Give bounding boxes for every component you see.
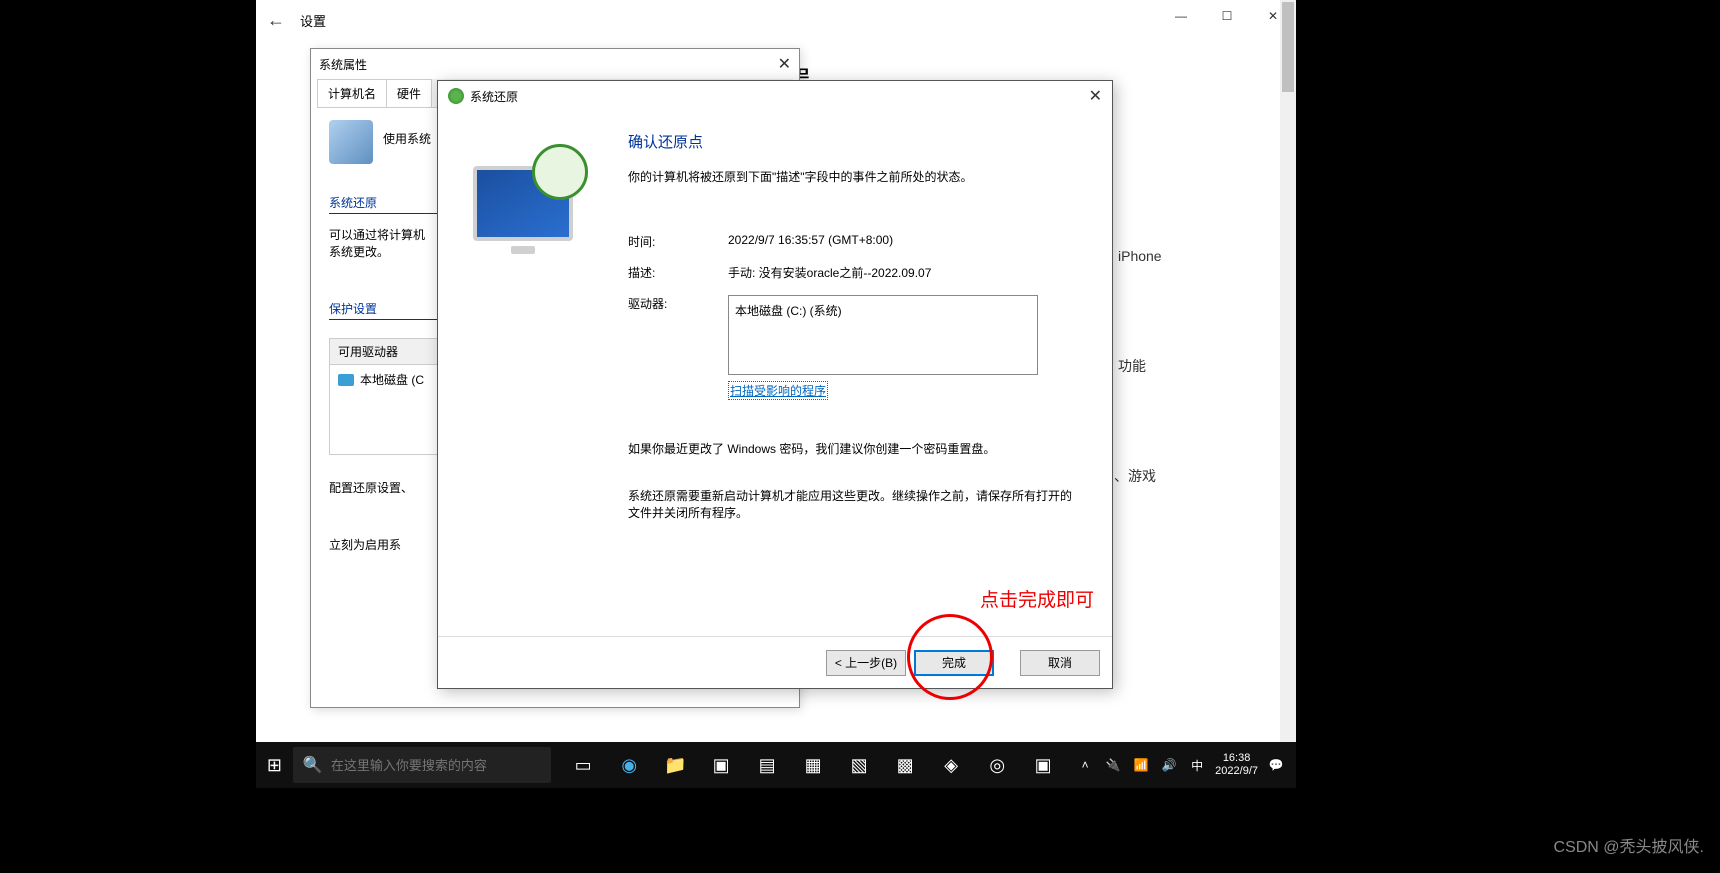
close-icon[interactable]: ✕: [1089, 86, 1102, 106]
ghost-func: 功能: [1118, 356, 1146, 376]
chevron-up-icon[interactable]: ˄: [1075, 755, 1095, 775]
ghost-iphone: iPhone: [1118, 248, 1162, 264]
scan-affected-link[interactable]: 扫描受影响的程序: [728, 381, 828, 400]
disk-icon: [338, 374, 354, 386]
app-icon-3[interactable]: ▦: [791, 742, 835, 788]
app-icon-2[interactable]: ▤: [745, 742, 789, 788]
taskbar-time: 16:38: [1215, 752, 1258, 765]
restore-title: 系统还原: [470, 88, 518, 105]
note-restart: 系统还原需要重新启动计算机才能应用这些更改。继续操作之前，请保存所有打开的文件并…: [628, 487, 1082, 521]
settings-header: ← 设置 — ☐ ✕: [256, 0, 1296, 40]
back-button[interactable]: < 上一步(B): [826, 650, 906, 676]
desc-label: 描述:: [628, 264, 728, 281]
finish-button[interactable]: 完成: [914, 650, 994, 676]
search-icon: 🔍: [303, 755, 323, 775]
drives-value: 本地磁盘 (C:) (系统): [735, 304, 842, 318]
taskbar-search[interactable]: 🔍: [293, 747, 551, 783]
watermark: CSDN @秃头披风侠.: [1554, 833, 1704, 857]
start-button[interactable]: ⊞: [256, 742, 293, 788]
explorer-icon[interactable]: 📁: [653, 742, 697, 788]
back-button[interactable]: ←: [256, 0, 296, 40]
tab-computer-name[interactable]: 计算机名: [317, 79, 387, 107]
drives-list: 本地磁盘 (C:) (系统): [728, 295, 1038, 375]
app-icon-8[interactable]: ▣: [1021, 742, 1065, 788]
restore-hero-icon: [463, 136, 593, 256]
taskbar-clock[interactable]: 16:38 2022/9/7: [1215, 752, 1258, 778]
ghost-game: 、游戏: [1114, 466, 1156, 486]
time-value: 2022/9/7 16:35:57 (GMT+8:00): [728, 233, 893, 250]
ime-indicator[interactable]: 中: [1187, 755, 1207, 775]
app-icon-4[interactable]: ▧: [837, 742, 881, 788]
search-input[interactable]: [331, 758, 541, 773]
annotation-text: 点击完成即可: [980, 585, 1094, 612]
app-icon-1[interactable]: ▣: [699, 742, 743, 788]
restore-app-icon: [448, 88, 464, 104]
taskbar: ⊞ 🔍 ▭ ◉ 📁 ▣ ▤ ▦ ▧ ▩ ◈ ◎ ▣ ˄ 🔌 📶 🔊 中 16:3…: [256, 742, 1296, 788]
close-icon[interactable]: ✕: [778, 54, 791, 74]
time-label: 时间:: [628, 233, 728, 250]
scrollbar[interactable]: [1280, 0, 1296, 742]
sysprop-title: 系统属性: [319, 56, 367, 73]
note-password: 如果你最近更改了 Windows 密码，我们建议你创建一个密码重置盘。: [628, 440, 1082, 457]
sysprop-icon: [329, 120, 373, 164]
volume-icon[interactable]: 🔊: [1159, 755, 1179, 775]
restore-heading: 确认还原点: [628, 131, 1082, 152]
minimize-button[interactable]: —: [1158, 0, 1204, 32]
drive-label: 本地磁盘 (C: [360, 371, 424, 388]
app-icon-5[interactable]: ▩: [883, 742, 927, 788]
drives-label: 驱动器:: [628, 295, 728, 312]
app-icon-7[interactable]: ◎: [975, 742, 1019, 788]
notifications-icon[interactable]: 💬: [1266, 755, 1286, 775]
wifi-icon[interactable]: 📶: [1131, 755, 1151, 775]
taskbar-date: 2022/9/7: [1215, 765, 1258, 778]
edge-icon[interactable]: ◉: [607, 742, 651, 788]
maximize-button[interactable]: ☐: [1204, 0, 1250, 32]
app-icon-6[interactable]: ◈: [929, 742, 973, 788]
settings-title: 设置: [300, 11, 326, 30]
tab-hardware[interactable]: 硬件: [386, 79, 432, 107]
task-view-icon[interactable]: ▭: [561, 742, 605, 788]
close-button[interactable]: ✕: [1250, 0, 1296, 32]
restore-intro: 你的计算机将被还原到下面"描述"字段中的事件之前所处的状态。: [628, 168, 1082, 185]
desc-value: 手动: 没有安装oracle之前--2022.09.07: [728, 264, 931, 281]
power-icon[interactable]: 🔌: [1103, 755, 1123, 775]
cancel-button[interactable]: 取消: [1020, 650, 1100, 676]
